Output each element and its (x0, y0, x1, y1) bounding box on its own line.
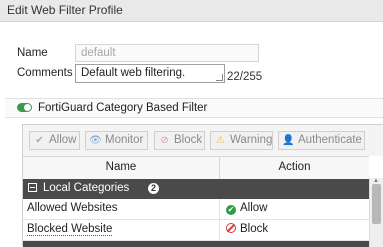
comments-text: Default web filtering. (81, 67, 186, 79)
table-row[interactable]: Blocked Website Block (23, 220, 369, 241)
comments-counter: 22/255 (227, 71, 263, 83)
warning-button[interactable]: ⚠ Warning (210, 131, 273, 150)
section-title: FortiGuard Category Based Filter (38, 102, 208, 114)
category-table: Name Action Local Categories 2 Allowed W… (23, 156, 383, 247)
fortiguard-section-header: FortiGuard Category Based Filter (5, 98, 383, 118)
table-header: Name Action (23, 156, 369, 180)
name-field[interactable]: default (75, 44, 259, 62)
category-panel: ✔ Allow 👁 Monitor ⊘ Block ⚠ Warning 👤 Authent… (22, 124, 383, 247)
monitor-button[interactable]: 👁 Monitor (85, 131, 148, 150)
column-divider (219, 199, 220, 219)
authenticate-button[interactable]: 👤 Authenticate (278, 131, 365, 150)
block-icon (226, 223, 236, 233)
group-count-badge: 2 (148, 183, 159, 194)
scrollbar-thumb[interactable] (372, 184, 381, 224)
group-header-local-categories[interactable]: Local Categories 2 (23, 179, 369, 199)
fortiguard-toggle[interactable] (17, 103, 32, 112)
row-action[interactable]: ✔ Allow (226, 202, 267, 215)
collapse-icon[interactable] (28, 183, 37, 192)
name-label: Name (17, 47, 48, 59)
row-name: Allowed Websites (27, 202, 118, 214)
allow-button[interactable]: ✔ Allow (29, 131, 80, 150)
column-header-action[interactable]: Action (220, 161, 369, 173)
table-row[interactable]: Allowed Websites ✔ Allow (23, 199, 369, 220)
comments-field[interactable]: Default web filtering. (75, 64, 225, 83)
table-scrollbar[interactable]: ▲ (369, 178, 383, 247)
block-icon: ⊘ (160, 135, 169, 146)
check-circle-icon: ✔ (35, 135, 44, 146)
resize-grip-icon[interactable] (216, 74, 223, 81)
next-group-header[interactable] (23, 241, 369, 247)
block-button[interactable]: ⊘ Block (154, 131, 205, 150)
group-title: Local Categories (43, 182, 130, 194)
row-action[interactable]: Block (226, 223, 268, 235)
eye-icon: 👁 (89, 135, 102, 146)
column-divider (219, 220, 220, 240)
row-name: Blocked Website (27, 223, 113, 236)
comments-label: Comments (17, 67, 73, 79)
window-title: Edit Web Filter Profile (0, 0, 383, 22)
warning-icon: ⚠ (216, 135, 225, 146)
check-circle-icon: ✔ (226, 205, 236, 215)
user-icon: 👤 (282, 135, 295, 146)
column-header-name[interactable]: Name (23, 161, 219, 173)
